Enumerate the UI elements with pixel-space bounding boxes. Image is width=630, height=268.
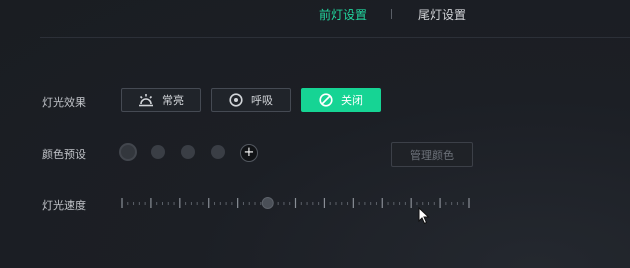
color-swatch-1[interactable] — [119, 143, 137, 161]
effect-label: 灯光效果 — [42, 96, 86, 109]
tab-divider — [391, 9, 392, 19]
breath-circle-icon — [229, 93, 243, 107]
color-swatch-4[interactable] — [211, 145, 225, 159]
header-divider — [40, 37, 630, 38]
effect-steady-button[interactable]: 常亮 — [121, 88, 201, 112]
effect-steady-label: 常亮 — [162, 94, 184, 107]
color-swatch-3[interactable] — [181, 145, 195, 159]
tab-bar: 前灯设置 尾灯设置 — [0, 0, 630, 36]
tab-front-light[interactable]: 前灯设置 — [319, 6, 367, 23]
color-preset-label: 颜色预设 — [42, 148, 86, 161]
add-color-button[interactable]: + — [240, 144, 258, 162]
effect-breathe-button[interactable]: 呼吸 — [211, 88, 291, 112]
speed-label: 灯光速度 — [42, 199, 86, 212]
effect-off-button[interactable]: 关闭 — [301, 88, 381, 112]
manage-colors-button[interactable]: 管理颜色 — [391, 142, 473, 167]
tab-rear-light[interactable]: 尾灯设置 — [418, 6, 466, 23]
manage-colors-label: 管理颜色 — [410, 148, 454, 162]
mouse-cursor-icon — [418, 207, 430, 225]
effect-breathe-label: 呼吸 — [251, 94, 273, 107]
sun-rise-icon — [139, 94, 153, 107]
plus-icon: + — [243, 145, 255, 160]
slider-thumb[interactable] — [261, 197, 274, 209]
off-slash-icon — [319, 93, 333, 107]
effect-off-label: 关闭 — [341, 94, 363, 107]
color-swatch-2[interactable] — [151, 145, 165, 159]
